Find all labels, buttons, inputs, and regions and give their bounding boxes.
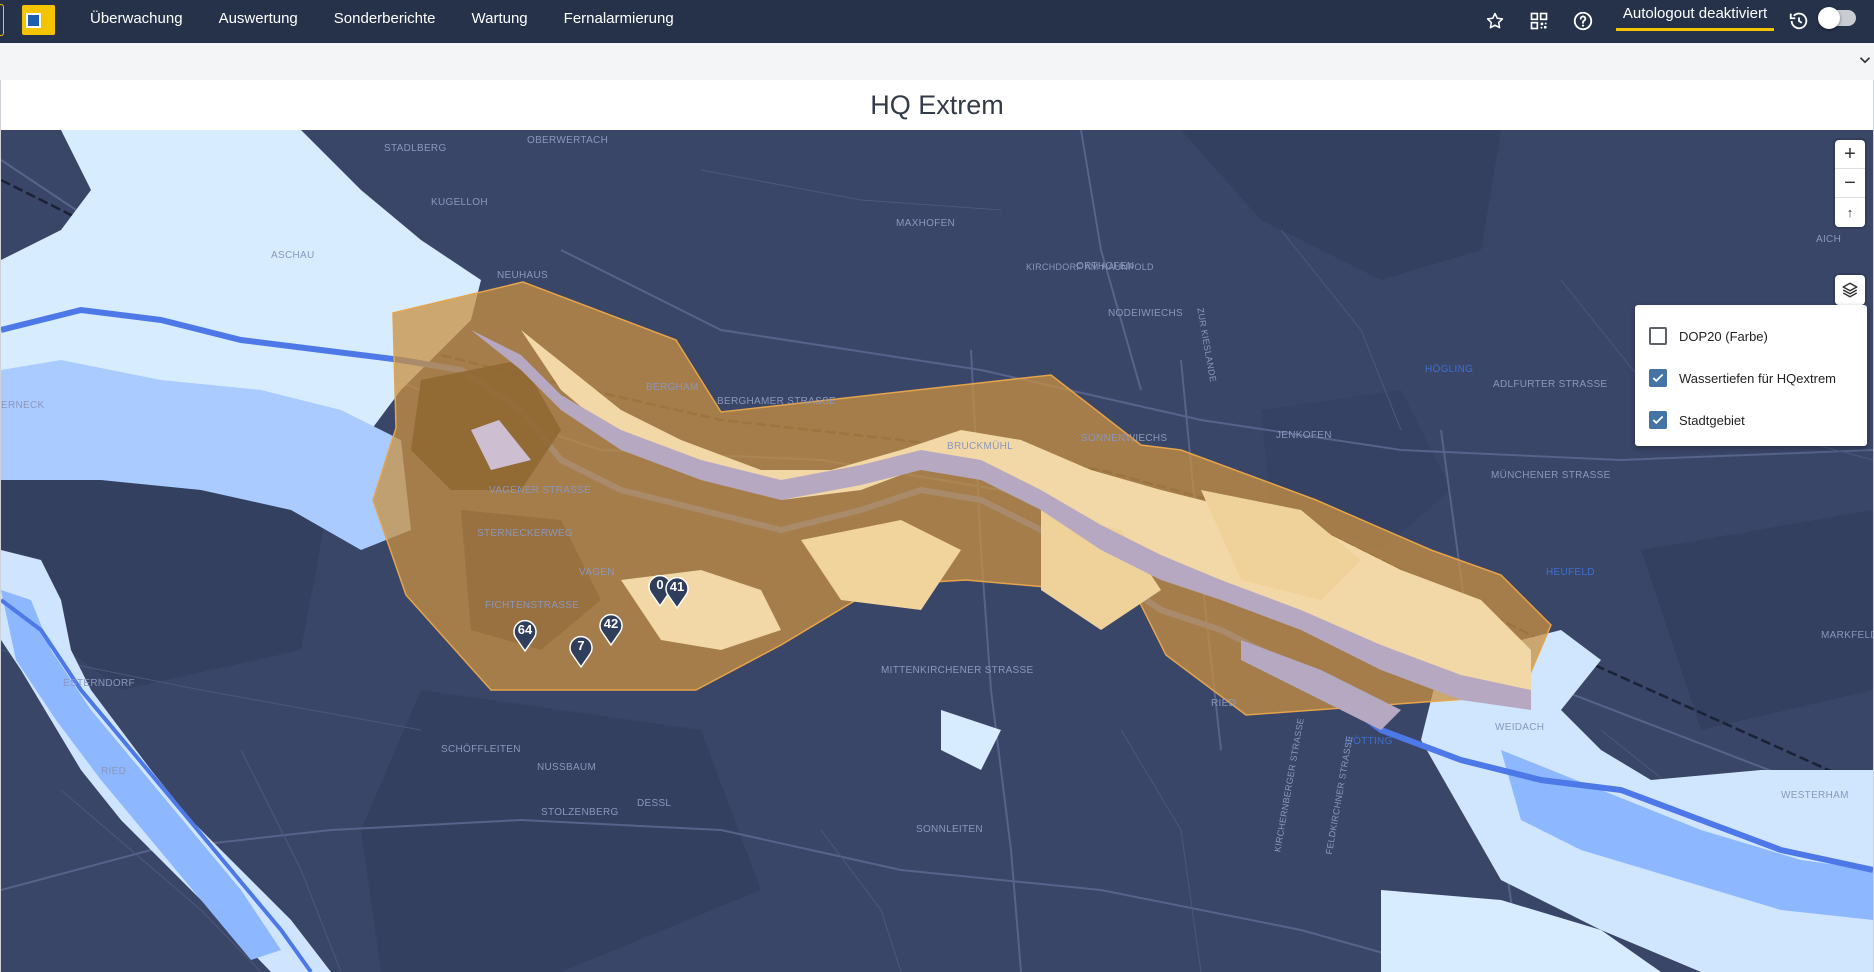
chevron-down-icon[interactable] bbox=[1856, 51, 1874, 69]
reset-north-button[interactable]: ↑ bbox=[1835, 198, 1865, 227]
place-label: STERNECKERWEG bbox=[477, 528, 573, 539]
place-label: ESTERNDORF bbox=[63, 678, 135, 689]
layer-label: Wassertiefen für HQextrem bbox=[1679, 370, 1837, 386]
place-label: MAXHOFEN bbox=[896, 218, 956, 229]
checkbox-checked[interactable] bbox=[1649, 411, 1667, 429]
place-label: MARKFELD bbox=[1821, 630, 1873, 641]
place-label: NEUHAUS bbox=[497, 270, 548, 281]
zoom-out-button[interactable]: − bbox=[1835, 169, 1865, 198]
station-marker[interactable]: 64 bbox=[512, 618, 538, 652]
sub-toolbar bbox=[0, 43, 1874, 81]
place-label: HÖGLING bbox=[1425, 364, 1474, 375]
layer-label: DOP20 (Farbe) bbox=[1679, 328, 1768, 344]
place-label: ADLFURTER STRASSE bbox=[1493, 379, 1608, 390]
layer-label: Stadtgebiet bbox=[1679, 412, 1745, 428]
place-label: FICHTENSTRASSE bbox=[485, 600, 580, 611]
place-label: STADLBERG bbox=[384, 143, 447, 154]
autologout-toggle[interactable] bbox=[1818, 7, 1856, 29]
place-label: SONNLEITEN bbox=[916, 824, 983, 835]
station-marker[interactable]: 41 bbox=[664, 575, 690, 609]
layer-stadtgebiet[interactable]: Stadtgebiet bbox=[1635, 399, 1867, 441]
place-label: WEIDACH bbox=[1495, 722, 1545, 733]
station-marker[interactable]: 7 bbox=[568, 634, 594, 668]
place-label: WESTERHAM bbox=[1781, 790, 1849, 801]
place-label: HEUFELD bbox=[1546, 567, 1595, 578]
logo-edge bbox=[0, 4, 4, 36]
place-label: BRUCKMÜHL bbox=[947, 441, 1014, 452]
place-label: SCHÖFFLEITEN bbox=[441, 744, 521, 755]
place-label: STOLZENBERG bbox=[541, 807, 619, 818]
page-title: HQ Extrem bbox=[870, 90, 1004, 120]
flood-map[interactable]: STADLBERG OBERWERTACH KUGELLOH MAXHOFEN … bbox=[1, 130, 1873, 972]
place-label: JENKOFEN bbox=[1276, 430, 1332, 441]
layer-switcher-panel: DOP20 (Farbe) Wassertiefen für HQextrem … bbox=[1635, 305, 1867, 446]
nav-item-ueberwachung[interactable]: Überwachung bbox=[72, 0, 201, 43]
place-label: NODEIWIECHS bbox=[1108, 308, 1183, 319]
place-label: ORTHOFEN bbox=[1076, 261, 1135, 272]
layers-icon[interactable] bbox=[1835, 275, 1865, 305]
layer-wassertiefen[interactable]: Wassertiefen für HQextrem bbox=[1635, 357, 1867, 399]
place-label: DESSL bbox=[637, 798, 672, 809]
place-label: ASCHAU bbox=[271, 250, 315, 261]
place-label: VAGEN bbox=[579, 567, 615, 578]
nav-item-sonderberichte[interactable]: Sonderberichte bbox=[316, 0, 454, 43]
place-label: MITTENKIRCHENER STRASSE bbox=[881, 665, 1034, 676]
place-label: NUSSBAUM bbox=[537, 762, 597, 773]
nav-item-auswertung[interactable]: Auswertung bbox=[201, 0, 316, 43]
place-label: OBERWERTACH bbox=[527, 135, 609, 146]
layer-dop20[interactable]: DOP20 (Farbe) bbox=[1635, 315, 1867, 357]
history-icon[interactable] bbox=[1786, 8, 1812, 34]
app-logo[interactable] bbox=[22, 5, 55, 35]
place-label: VAGENER STRASSE bbox=[489, 485, 592, 496]
station-marker[interactable]: 42 bbox=[598, 612, 624, 646]
zoom-controls: + − ↑ bbox=[1835, 140, 1865, 227]
place-label: SONNENWIECHS bbox=[1081, 433, 1168, 444]
place-label: ERNECK bbox=[1, 400, 45, 411]
star-icon[interactable] bbox=[1482, 8, 1508, 34]
checkbox-unchecked[interactable] bbox=[1649, 327, 1667, 345]
qr-code-icon[interactable] bbox=[1526, 8, 1552, 34]
place-label: AICH bbox=[1816, 234, 1842, 245]
nav-item-fernalarmierung[interactable]: Fernalarmierung bbox=[546, 0, 692, 43]
place-label: KUGELLOH bbox=[431, 197, 488, 208]
place-label: BERGHAM bbox=[646, 382, 699, 393]
place-label: BERGHAMER STRASSE bbox=[717, 396, 837, 407]
zoom-in-button[interactable]: + bbox=[1835, 140, 1865, 169]
place-label: RIED bbox=[1211, 698, 1237, 709]
help-icon[interactable] bbox=[1570, 8, 1596, 34]
top-navigation-bar: Überwachung Auswertung Sonderberichte Wa… bbox=[0, 0, 1874, 43]
place-label: RIED bbox=[101, 766, 127, 777]
nav-item-wartung[interactable]: Wartung bbox=[454, 0, 546, 43]
checkbox-checked[interactable] bbox=[1649, 369, 1667, 387]
main-navigation: Überwachung Auswertung Sonderberichte Wa… bbox=[72, 0, 692, 43]
place-label: MÜNCHENER STRASSE bbox=[1491, 470, 1611, 481]
autologout-status[interactable]: Autologout deaktiviert bbox=[1616, 3, 1774, 31]
